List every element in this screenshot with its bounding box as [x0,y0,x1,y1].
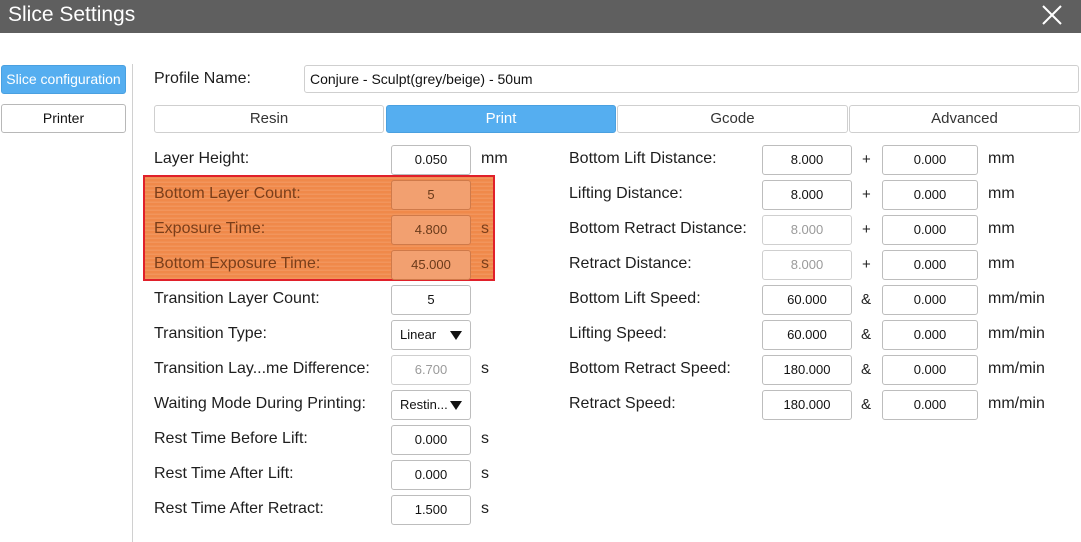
layer-height-input[interactable]: 0.050 [391,145,471,175]
retract-distance-op: + [862,256,871,273]
rest-time-after-retract-input[interactable]: 1.500 [391,495,471,525]
transition-time-difference-label: Transition Lay...me Difference: [154,360,370,377]
bottom-retract-distance-input[interactable]: 8.000 [762,215,852,245]
rest-time-before-lift-label: Rest Time Before Lift: [154,430,308,447]
retract-distance-extra-input[interactable]: 0.000 [882,250,978,280]
rest-time-after-retract-label: Rest Time After Retract: [154,500,324,517]
bottom-lift-distance-unit: mm [988,150,1015,167]
transition-time-difference-input[interactable]: 6.700 [391,355,471,385]
settings-tabs: Resin Print Gcode Advanced [154,105,1080,133]
bottom-exposure-time-label: Bottom Exposure Time: [154,255,321,272]
retract-distance-label: Retract Distance: [569,255,692,272]
retract-distance-unit: mm [988,255,1015,272]
exposure-time-input[interactable]: 4.800 [391,215,471,245]
transition-time-difference-unit: s [481,360,489,377]
rest-time-after-lift-input[interactable]: 0.000 [391,460,471,490]
retract-speed-extra-input[interactable]: 0.000 [882,390,978,420]
bottom-retract-speed-label: Bottom Retract Speed: [569,360,731,377]
layer-height-unit: mm [481,150,508,167]
rest-time-after-lift-unit: s [481,465,489,482]
retract-speed-op: & [861,396,872,413]
transition-type-label: Transition Type: [154,325,267,342]
bottom-retract-speed-op: & [861,361,872,378]
bottom-retract-speed-input[interactable]: 180.000 [762,355,852,385]
rest-time-before-lift-unit: s [481,430,489,447]
tab-resin[interactable]: Resin [154,105,384,133]
waiting-mode-select[interactable]: Restin... [391,390,471,420]
bottom-retract-distance-unit: mm [988,220,1015,237]
rest-time-after-retract-unit: s [481,500,489,517]
sidebar-item-printer[interactable]: Printer [1,104,126,133]
transition-layer-count-label: Transition Layer Count: [154,290,320,307]
bottom-retract-distance-op: + [862,221,871,238]
bottom-lift-distance-label: Bottom Lift Distance: [569,150,717,167]
bottom-lift-speed-unit: mm/min [988,290,1045,307]
rest-time-after-lift-label: Rest Time After Lift: [154,465,294,482]
retract-speed-unit: mm/min [988,395,1045,412]
close-icon[interactable] [1039,2,1065,28]
tab-gcode[interactable]: Gcode [617,105,848,133]
bottom-lift-speed-op: & [861,291,872,308]
bottom-retract-speed-extra-input[interactable]: 0.000 [882,355,978,385]
transition-type-select[interactable]: Linear [391,320,471,350]
lifting-speed-input[interactable]: 60.000 [762,320,852,350]
tab-advanced[interactable]: Advanced [849,105,1080,133]
sidebar-item-slice-configuration[interactable]: Slice configuration [1,65,126,94]
exposure-time-unit: s [481,220,489,237]
retract-speed-label: Retract Speed: [569,395,676,412]
exposure-time-label: Exposure Time: [154,220,266,237]
bottom-retract-speed-unit: mm/min [988,360,1045,377]
retract-distance-input[interactable]: 8.000 [762,250,852,280]
tab-print[interactable]: Print [386,105,616,133]
bottom-exposure-time-input[interactable]: 45.000 [391,250,471,280]
triangle-down-icon [450,331,462,340]
lifting-distance-unit: mm [988,185,1015,202]
lifting-distance-op: + [862,186,871,203]
waiting-mode-value: Restin... [400,397,448,412]
transition-type-value: Linear [400,327,437,342]
lifting-speed-unit: mm/min [988,325,1045,342]
window-title: Slice Settings [8,3,136,26]
retract-speed-input[interactable]: 180.000 [762,390,852,420]
bottom-exposure-time-unit: s [481,255,489,272]
bottom-retract-distance-extra-input[interactable]: 0.000 [882,215,978,245]
lifting-distance-input[interactable]: 8.000 [762,180,852,210]
lifting-distance-label: Lifting Distance: [569,185,683,202]
profile-name-label: Profile Name: [154,70,251,87]
lifting-speed-extra-input[interactable]: 0.000 [882,320,978,350]
bottom-layer-count-label: Bottom Layer Count: [154,185,301,202]
bottom-lift-distance-extra-input[interactable]: 0.000 [882,145,978,175]
lifting-speed-op: & [861,326,872,343]
rest-time-before-lift-input[interactable]: 0.000 [391,425,471,455]
profile-name-input[interactable]: Conjure - Sculpt(grey/beige) - 50um [304,65,1079,93]
transition-layer-count-input[interactable]: 5 [391,285,471,315]
lifting-distance-extra-input[interactable]: 0.000 [882,180,978,210]
bottom-lift-distance-input[interactable]: 8.000 [762,145,852,175]
bottom-lift-speed-extra-input[interactable]: 0.000 [882,285,978,315]
bottom-layer-count-input[interactable]: 5 [391,180,471,210]
sidebar-divider [132,64,133,542]
bottom-lift-speed-label: Bottom Lift Speed: [569,290,701,307]
waiting-mode-label: Waiting Mode During Printing: [154,395,366,412]
bottom-lift-speed-input[interactable]: 60.000 [762,285,852,315]
bottom-lift-distance-op: + [862,151,871,168]
bottom-retract-distance-label: Bottom Retract Distance: [569,220,747,237]
title-bar: Slice Settings [0,0,1081,33]
layer-height-label: Layer Height: [154,150,250,167]
triangle-down-icon [450,401,462,410]
lifting-speed-label: Lifting Speed: [569,325,667,342]
